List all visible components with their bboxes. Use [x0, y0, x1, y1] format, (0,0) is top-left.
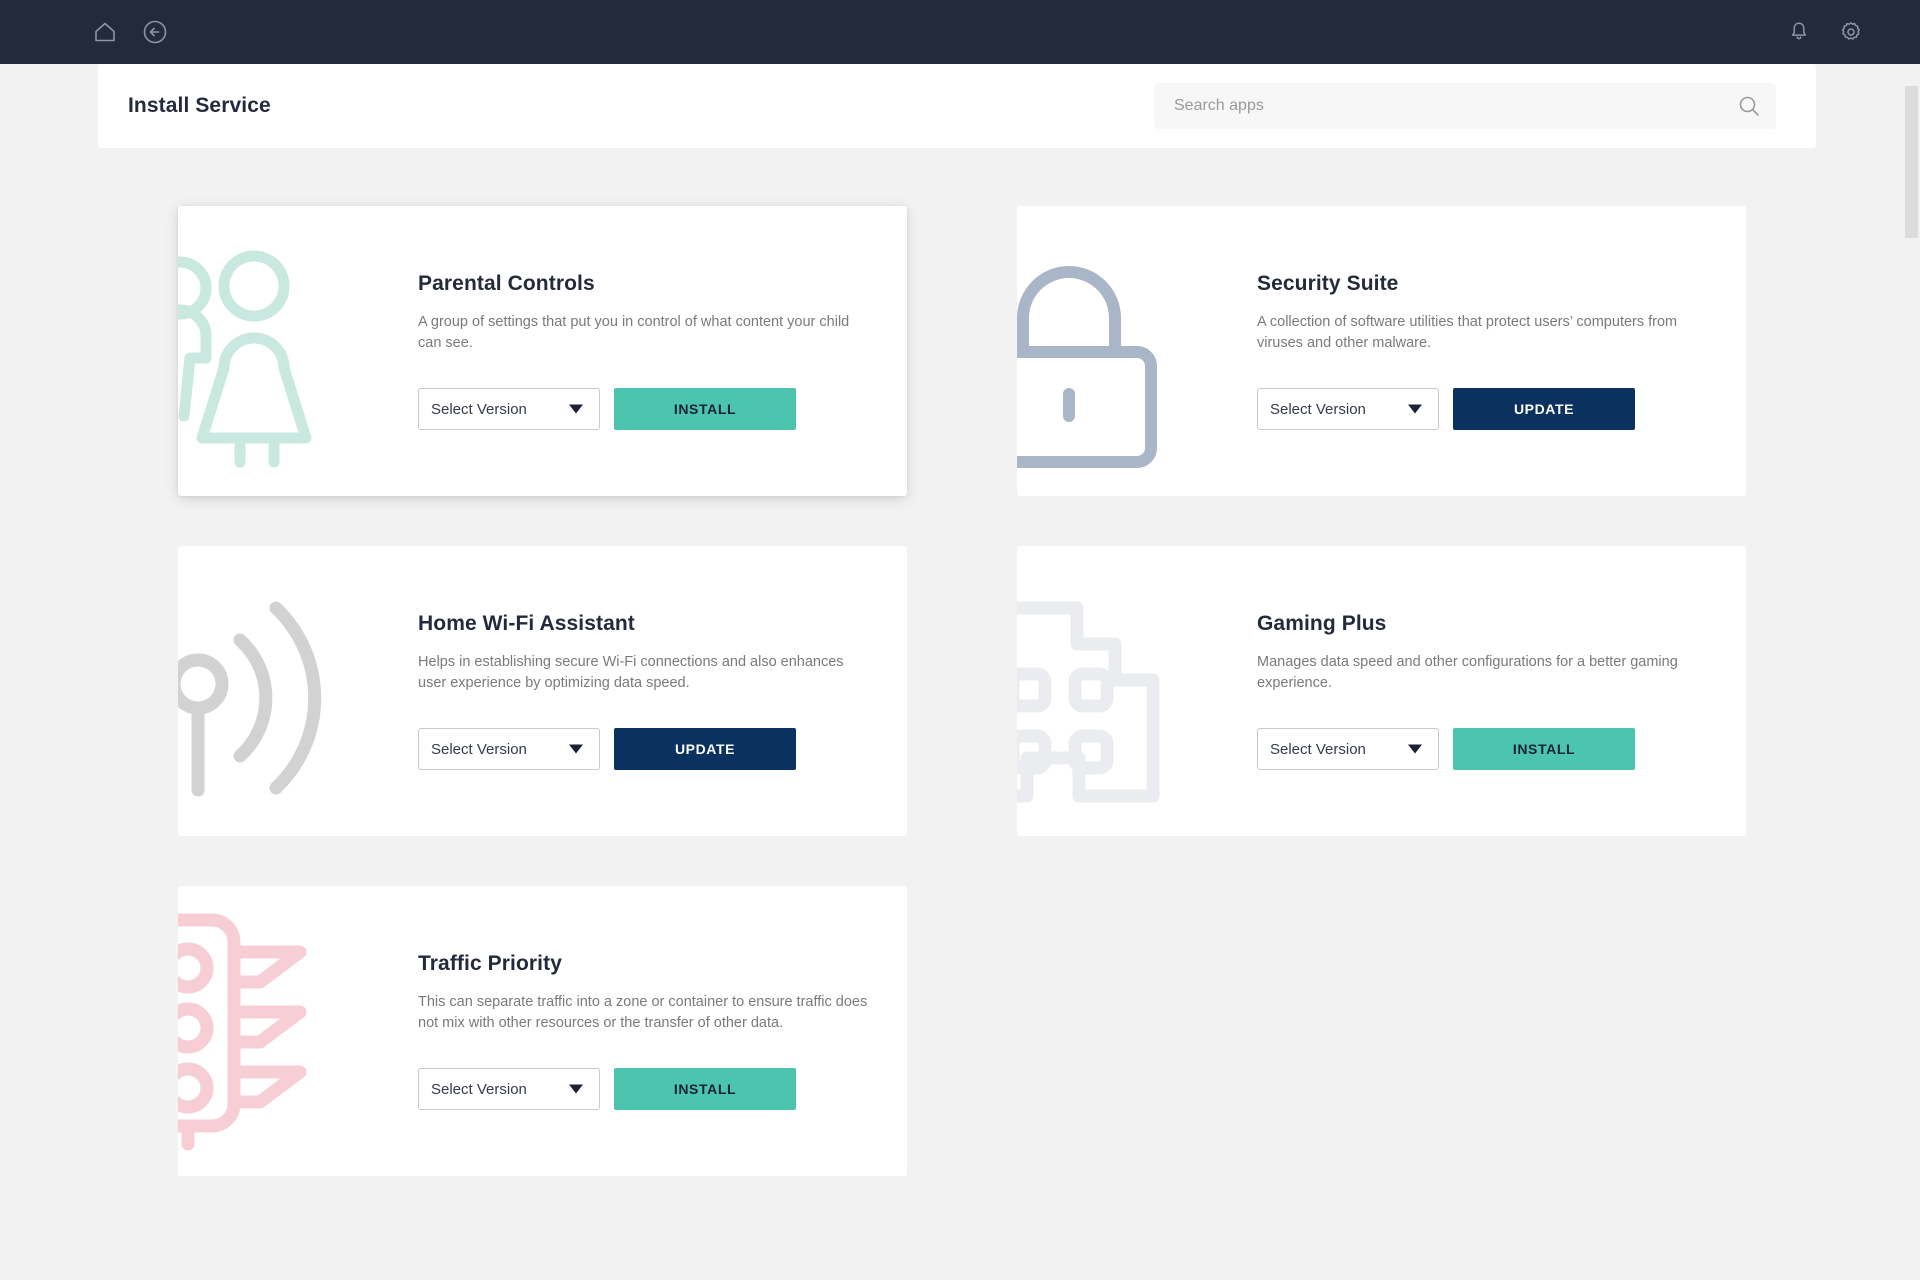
install-button[interactable]: INSTALL [614, 1068, 796, 1111]
card-row: Traffic Priority This can separate traff… [178, 886, 1746, 1176]
traffic-light-icon [178, 906, 378, 1156]
back-icon[interactable] [140, 17, 170, 47]
card-description: This can separate traffic into a zone or… [418, 993, 868, 1031]
card-actions: Select Version INSTALL [418, 388, 878, 431]
card-description: Manages data speed and other configurati… [1257, 653, 1678, 691]
search-icon[interactable] [1736, 93, 1762, 119]
card-actions: Select Version INSTALL [418, 1068, 878, 1111]
install-button[interactable]: INSTALL [614, 388, 796, 431]
card-title: Home Wi-Fi Assistant [418, 611, 635, 635]
card-actions: Select Version INSTALL [1257, 728, 1717, 771]
service-card-traffic-priority[interactable]: Traffic Priority This can separate traff… [178, 886, 907, 1176]
install-button[interactable]: INSTALL [1453, 728, 1635, 771]
version-select-dropdown[interactable]: Select Version [1257, 388, 1439, 431]
bell-icon[interactable] [1784, 17, 1814, 47]
version-select-dropdown[interactable]: Select Version [418, 728, 600, 771]
home-icon[interactable] [90, 17, 120, 47]
version-select-label: Select Version [431, 1080, 527, 1098]
vertical-scrollbar-thumb[interactable] [1905, 86, 1918, 238]
gamepad-icon [1017, 566, 1217, 816]
version-select-dropdown[interactable]: Select Version [418, 1068, 600, 1111]
chevron-down-icon [569, 404, 583, 414]
card-description: A collection of software utilities that … [1257, 313, 1678, 351]
card-content: Home Wi-Fi Assistant Helps in establishi… [418, 611, 888, 771]
service-card-home-wifi-assistant[interactable]: Home Wi-Fi Assistant Helps in establishi… [178, 546, 907, 836]
padlock-icon [1017, 226, 1217, 476]
page-title: Install Service [128, 94, 271, 117]
card-content: Parental Controls A group of settings th… [418, 271, 888, 431]
card-row: Home Wi-Fi Assistant Helps in establishi… [178, 546, 1746, 836]
top-navigation-bar [0, 0, 1920, 64]
card-title: Security Suite [1257, 271, 1399, 295]
version-select-label: Select Version [1270, 740, 1366, 758]
version-select-dropdown[interactable]: Select Version [418, 388, 600, 431]
search-input[interactable] [1154, 83, 1776, 129]
card-content: Traffic Priority This can separate traff… [418, 951, 888, 1111]
version-select-label: Select Version [1270, 400, 1366, 418]
update-button[interactable]: UPDATE [1453, 388, 1635, 431]
card-content: Security Suite A collection of software … [1257, 271, 1727, 431]
version-select-dropdown[interactable]: Select Version [1257, 728, 1439, 771]
service-card-grid: Parental Controls A group of settings th… [178, 206, 1746, 1226]
search-box[interactable] [1154, 83, 1776, 129]
card-actions: Select Version UPDATE [1257, 388, 1717, 431]
chevron-down-icon [569, 744, 583, 754]
service-card-gaming-plus[interactable]: Gaming Plus Manages data speed and other… [1017, 546, 1746, 836]
version-select-label: Select Version [431, 740, 527, 758]
chevron-down-icon [569, 1084, 583, 1094]
page-header-bar: Install Service [98, 64, 1816, 148]
card-row: Parental Controls A group of settings th… [178, 206, 1746, 496]
card-actions: Select Version UPDATE [418, 728, 878, 771]
card-title: Traffic Priority [418, 951, 562, 975]
card-description: Helps in establishing secure Wi-Fi conne… [418, 653, 844, 691]
gear-icon[interactable] [1836, 17, 1866, 47]
card-description: A group of settings that put you in cont… [418, 313, 850, 351]
vertical-scrollbar-track[interactable] [1903, 64, 1920, 1280]
card-title: Parental Controls [418, 271, 595, 295]
topbar-left-group [90, 17, 170, 47]
chevron-down-icon [1408, 744, 1422, 754]
version-select-label: Select Version [431, 400, 527, 418]
topbar-right-group [1784, 17, 1880, 47]
chevron-down-icon [1408, 404, 1422, 414]
wifi-signal-icon [178, 566, 378, 816]
card-content: Gaming Plus Manages data speed and other… [1257, 611, 1727, 771]
card-title: Gaming Plus [1257, 611, 1387, 635]
update-button[interactable]: UPDATE [614, 728, 796, 771]
service-card-security-suite[interactable]: Security Suite A collection of software … [1017, 206, 1746, 496]
service-card-parental-controls[interactable]: Parental Controls A group of settings th… [178, 206, 907, 496]
family-icon [178, 226, 378, 476]
